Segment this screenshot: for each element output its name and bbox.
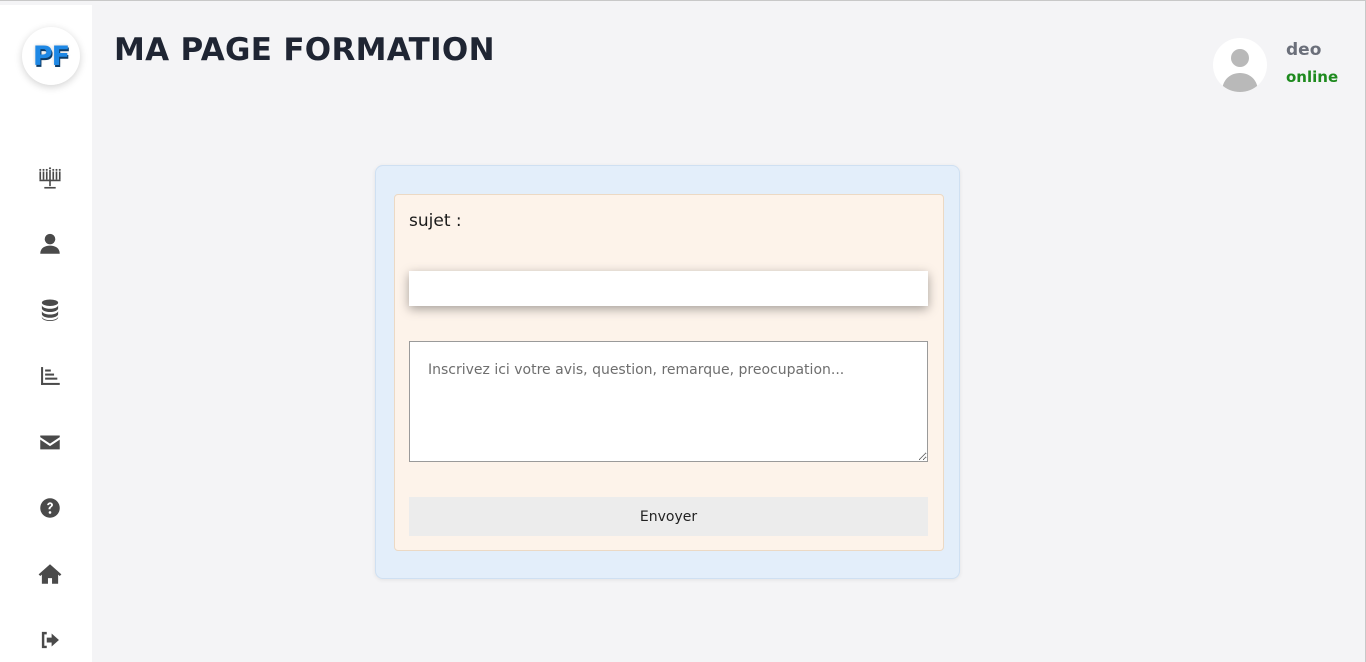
feedback-form: sujet : Envoyer	[394, 194, 944, 551]
message-textarea[interactable]	[409, 341, 928, 462]
feedback-card: sujet : Envoyer	[375, 165, 960, 579]
subject-label: sujet :	[409, 211, 462, 231]
envelope-icon	[40, 435, 60, 450]
sidebar-item-chart[interactable]	[34, 362, 66, 390]
database-icon	[41, 299, 59, 321]
sidebar-item-logout[interactable]	[34, 626, 66, 654]
menorah-icon	[39, 167, 61, 189]
sidebar: PF	[0, 5, 92, 662]
avatar[interactable]	[1213, 38, 1267, 92]
window-top-border	[0, 0, 1366, 5]
home-icon	[38, 564, 62, 584]
sign-out-icon	[41, 631, 59, 649]
user-icon	[40, 233, 60, 254]
page-title: MA PAGE FORMATION	[114, 32, 495, 68]
sidebar-item-menorah[interactable]	[34, 164, 66, 192]
sidebar-item-user[interactable]	[34, 230, 66, 258]
chart-bar-icon	[41, 367, 60, 385]
send-button[interactable]: Envoyer	[409, 497, 928, 536]
user-name: deo	[1286, 40, 1322, 60]
question-circle-icon	[40, 498, 60, 518]
sidebar-item-help[interactable]	[34, 494, 66, 522]
sidebar-item-database[interactable]	[34, 296, 66, 324]
brand-logo[interactable]: PF	[22, 27, 80, 85]
sidebar-item-messages[interactable]	[34, 428, 66, 456]
sidebar-item-home[interactable]	[34, 560, 66, 588]
user-avatar-icon	[1222, 49, 1258, 92]
subject-input[interactable]	[409, 271, 928, 306]
user-status: online	[1286, 68, 1339, 86]
